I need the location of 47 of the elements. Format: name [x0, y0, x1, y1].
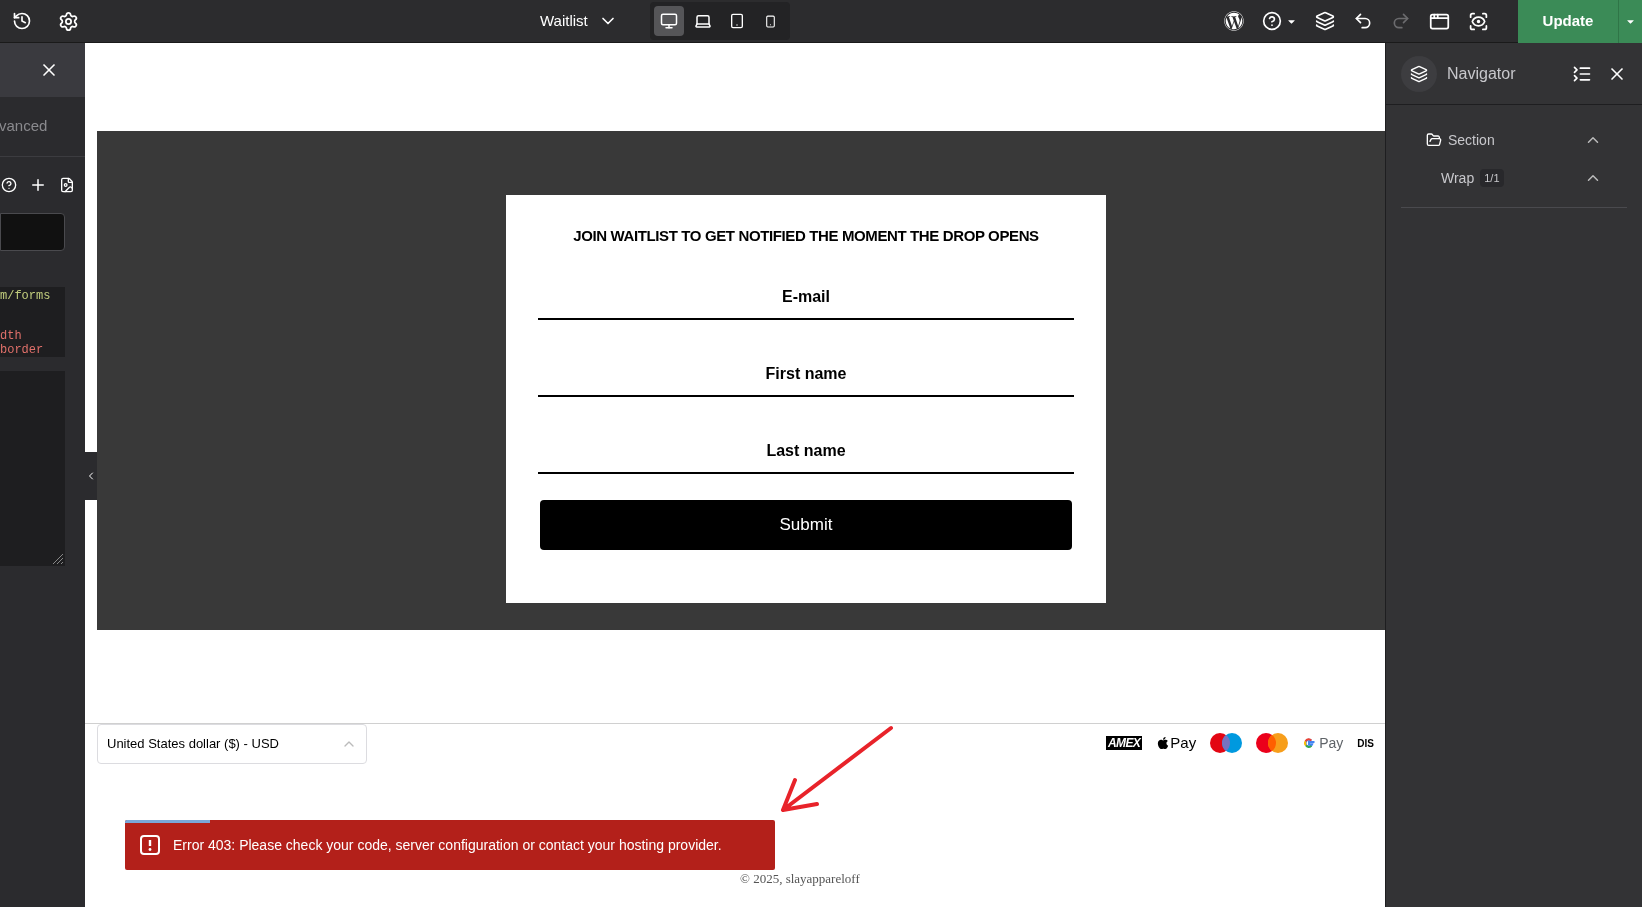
- currency-label: United States dollar ($) - USD: [107, 735, 279, 754]
- layers-icon: [1401, 55, 1437, 92]
- amex-logo: AMEX: [1106, 736, 1143, 751]
- submit-button[interactable]: Submit: [540, 499, 1072, 550]
- desktop-view-button[interactable]: [653, 6, 684, 36]
- page-selector[interactable]: Waitlist: [540, 9, 618, 33]
- item-label: Wrap: [1441, 168, 1475, 188]
- form-field[interactable]: E-mail: [538, 275, 1074, 320]
- desktop-icon: [659, 12, 678, 30]
- navigator-item[interactable]: Section: [1416, 121, 1612, 159]
- code-line: m/forms: [0, 289, 51, 303]
- help-icon[interactable]: [1, 177, 17, 193]
- count-badge: 1/1: [1480, 168, 1504, 188]
- error-message: Error 403: Please check your code, server configuration or contact your hosting provider.: [173, 835, 722, 855]
- tablet-icon: [728, 13, 745, 29]
- phone-icon: [764, 14, 778, 28]
- help-button[interactable]: [1262, 11, 1297, 31]
- code-line: border: [0, 343, 44, 357]
- help-icon: [1262, 11, 1282, 31]
- collapse-all-button[interactable]: [1572, 63, 1592, 84]
- collapse-panel-button[interactable]: [85, 452, 97, 500]
- update-button[interactable]: Update: [1518, 0, 1618, 43]
- item-label: Section: [1448, 130, 1495, 150]
- add-icon[interactable]: [29, 176, 47, 194]
- code-line: dth: [0, 329, 22, 343]
- form-field[interactable]: Last name: [538, 429, 1074, 474]
- navigator-item[interactable]: Wrap 1/1: [1416, 159, 1612, 197]
- preview-button[interactable]: [1468, 10, 1489, 32]
- discover-logo: DIS: [1357, 736, 1374, 751]
- wordpress-logo-button[interactable]: [1224, 11, 1244, 31]
- apple-pay-logo: Pay: [1156, 732, 1197, 755]
- form-field[interactable]: First name: [538, 352, 1074, 397]
- alert-icon: [139, 834, 161, 856]
- resize-grip-icon[interactable]: [50, 551, 64, 565]
- google-pay-logo: Pay: [1302, 732, 1344, 754]
- mastercard-logo: [1256, 733, 1289, 754]
- folder-icon: [1426, 132, 1442, 148]
- undo-button[interactable]: [1353, 11, 1373, 31]
- panel-title: Navigator: [1447, 63, 1516, 84]
- layers-button[interactable]: [1315, 11, 1335, 31]
- form-title: JOIN WAITLIST TO GET NOTIFIED THE MOMENT THE DROP OPENS: [573, 226, 1039, 246]
- maestro-logo: [1210, 733, 1243, 754]
- copyright-text: © 2025, slayappareloff: [740, 870, 860, 888]
- input-field[interactable]: [0, 213, 65, 251]
- currency-selector[interactable]: United States dollar ($) - USD: [97, 724, 367, 764]
- laptop-icon: [693, 12, 712, 30]
- image-file-icon[interactable]: [59, 177, 75, 193]
